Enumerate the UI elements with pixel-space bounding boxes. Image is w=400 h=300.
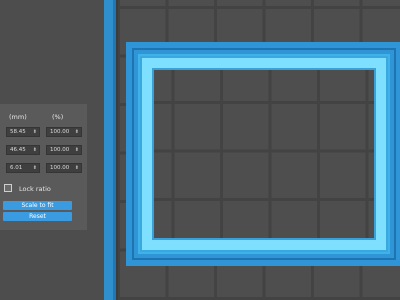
size-x-mm-value: 58.45 bbox=[10, 129, 26, 135]
scale-x-percent-input[interactable]: 100.00 ⬍ bbox=[46, 127, 82, 137]
scale-y-percent-input[interactable]: 100.00 ⬍ bbox=[46, 145, 82, 155]
reset-button[interactable]: Reset bbox=[3, 212, 72, 221]
mm-column-header: (mm) bbox=[9, 113, 27, 121]
size-y-mm-input[interactable]: 46.45 ⬍ bbox=[6, 145, 40, 155]
scale-to-fit-button[interactable]: Scale to fit bbox=[3, 201, 72, 210]
scale-panel: (mm) (%) 58.45 ⬍ 100.00 ⬍ 46.45 ⬍ 100.00… bbox=[0, 104, 87, 230]
scale-z-percent-value: 100.00 bbox=[50, 165, 70, 171]
viewport-edge bbox=[116, 0, 118, 300]
scale-z-percent-input[interactable]: 100.00 ⬍ bbox=[46, 163, 82, 173]
size-y-mm-value: 46.45 bbox=[10, 147, 26, 153]
spinner-icon[interactable]: ⬍ bbox=[75, 128, 79, 136]
spinner-icon[interactable]: ⬍ bbox=[33, 146, 37, 154]
spinner-icon[interactable]: ⬍ bbox=[75, 164, 79, 172]
size-x-mm-input[interactable]: 58.45 ⬍ bbox=[6, 127, 40, 137]
selected-object-edge bbox=[152, 68, 376, 240]
spinner-icon[interactable]: ⬍ bbox=[33, 164, 37, 172]
vertical-ruler[interactable] bbox=[104, 0, 116, 300]
spinner-icon[interactable]: ⬍ bbox=[75, 146, 79, 154]
size-z-mm-value: 6.01 bbox=[10, 165, 23, 171]
scale-x-percent-value: 100.00 bbox=[50, 129, 70, 135]
percent-column-header: (%) bbox=[52, 113, 64, 121]
size-z-mm-input[interactable]: 6.01 ⬍ bbox=[6, 163, 40, 173]
scale-y-percent-value: 100.00 bbox=[50, 147, 70, 153]
lock-ratio-checkbox[interactable] bbox=[4, 184, 12, 192]
lock-ratio-label: Lock ratio bbox=[19, 185, 51, 193]
spinner-icon[interactable]: ⬍ bbox=[33, 128, 37, 136]
